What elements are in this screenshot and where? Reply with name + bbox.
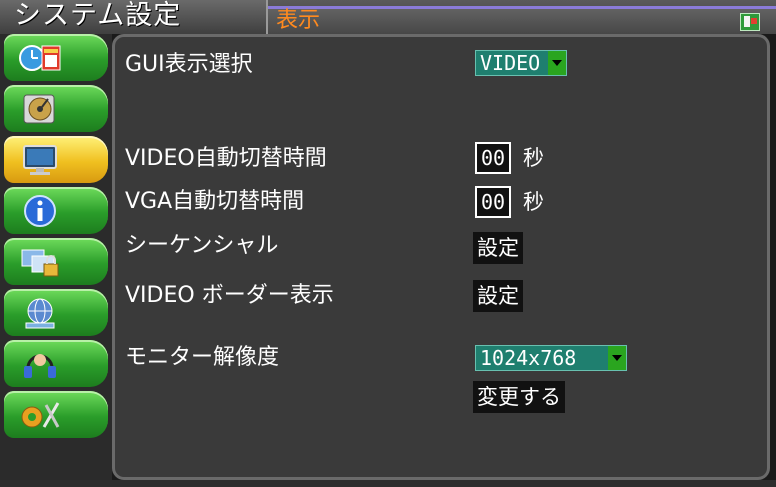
vga-auto-switch-label: VGA自動切替時間: [125, 189, 305, 214]
sidebar-item-security[interactable]: [4, 238, 108, 285]
network-lock-icon: [21, 249, 59, 277]
video-seconds-unit: 秒: [523, 146, 544, 170]
gui-display-label: GUI表示選択: [125, 52, 253, 77]
network-globe-icon: [25, 298, 55, 329]
system-settings-tab: システム設定: [0, 0, 268, 34]
info-icon: [24, 195, 56, 227]
sidebar: [0, 34, 112, 487]
chevron-down-icon: [608, 346, 626, 370]
sequential-label: シーケンシャル: [125, 233, 279, 258]
video-auto-switch-label: VIDEO自動切替時間: [125, 146, 327, 171]
sequential-setting-button[interactable]: 設定: [473, 232, 523, 264]
sidebar-item-info[interactable]: [4, 187, 108, 234]
sidebar-item-display[interactable]: [4, 136, 108, 183]
monitor-resolution-label: モニター解像度: [125, 345, 280, 370]
clock-calendar-icon: [19, 45, 61, 71]
video-auto-switch-input[interactable]: 00: [475, 142, 511, 174]
gear-tools-icon: [21, 402, 60, 428]
gui-display-select[interactable]: VIDEO: [475, 50, 567, 76]
vga-seconds-unit: 秒: [523, 190, 544, 214]
bottom-strip: [0, 480, 776, 487]
settings-panel: GUI表示選択 VIDEO VIDEO自動切替時間 00 秒 VGA自動切替時間…: [112, 34, 770, 480]
display-page-tab: 表示: [268, 6, 776, 34]
page-title: 表示: [276, 8, 321, 33]
sidebar-item-datetime[interactable]: [4, 34, 108, 81]
chevron-down-icon: [548, 51, 566, 75]
apply-change-button[interactable]: 変更する: [473, 381, 565, 413]
vga-auto-switch-input[interactable]: 00: [475, 186, 511, 218]
monitor-resolution-value: 1024x768: [480, 346, 577, 370]
sidebar-item-support[interactable]: [4, 340, 108, 387]
monitor-resolution-select[interactable]: 1024x768: [475, 345, 627, 371]
title-bar: システム設定 表示: [0, 0, 776, 34]
sidebar-item-network[interactable]: [4, 289, 108, 336]
system-settings-title: システム設定: [14, 0, 182, 31]
disk-icon: [23, 94, 55, 124]
video-border-label: VIDEO ボーダー表示: [125, 283, 334, 308]
headset-icon: [24, 354, 56, 378]
video-border-setting-button[interactable]: 設定: [473, 280, 523, 312]
exit-icon[interactable]: [740, 13, 760, 31]
gui-display-value: VIDEO: [480, 51, 541, 75]
sidebar-item-maintenance[interactable]: [4, 391, 108, 438]
sidebar-item-disk[interactable]: [4, 85, 108, 132]
monitor-icon: [23, 145, 57, 175]
